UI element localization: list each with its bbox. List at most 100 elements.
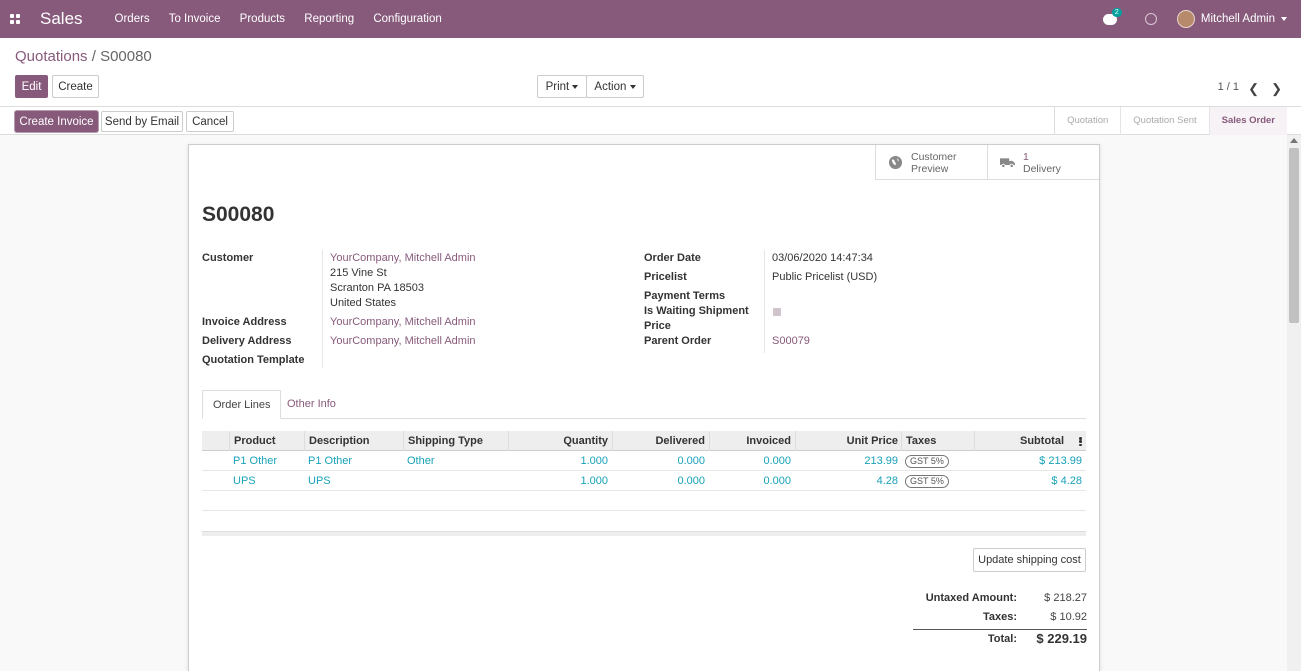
column-options-icon[interactable] <box>1079 437 1082 446</box>
breadcrumb-separator: / <box>87 48 101 65</box>
delivery-label: Delivery <box>1023 162 1061 175</box>
cell-quantity: 1.000 <box>580 475 608 487</box>
field-divider <box>322 250 323 368</box>
chevron-down-icon <box>629 84 636 89</box>
status-quotation[interactable]: Quotation <box>1055 107 1122 135</box>
col-product[interactable]: Product <box>229 431 305 451</box>
cell-description: UPS <box>308 475 331 487</box>
field-divider <box>764 250 765 353</box>
cell-delivered: 0.000 <box>677 475 705 487</box>
cell-subtotal: $ 4.28 <box>1051 475 1082 487</box>
chevron-down-icon <box>572 84 579 89</box>
taxes-label: Taxes: <box>982 611 1017 623</box>
col-shipping-type[interactable]: Shipping Type <box>403 431 508 451</box>
cell-shipping-type <box>403 471 411 491</box>
send-by-email-button[interactable]: Send by Email <box>101 111 183 132</box>
scroll-up-icon[interactable] <box>1290 138 1298 143</box>
parent-order-label: Parent Order <box>644 335 712 347</box>
customer-preview-button[interactable]: Customer Preview <box>875 145 987 180</box>
app-title[interactable]: Sales <box>40 9 83 29</box>
update-shipping-cost-button[interactable]: Update shipping cost <box>973 548 1086 572</box>
status-sales-order[interactable]: Sales Order <box>1209 107 1287 135</box>
menu-reporting[interactable]: Reporting <box>304 13 354 25</box>
delivery-address-label: Delivery Address <box>202 335 292 347</box>
status-quotation-sent[interactable]: Quotation Sent <box>1121 107 1210 135</box>
table-row[interactable]: UPS UPS 1.000 0.000 0.000 4.28 GST 5% $ … <box>202 471 1086 491</box>
customer-field[interactable]: YourCompany, Mitchell Admin <box>330 252 476 264</box>
delivery-count: 1 <box>1023 150 1029 163</box>
menu-orders[interactable]: Orders <box>115 13 150 25</box>
pager-prev-icon[interactable]: ❮ <box>1248 81 1259 97</box>
col-invoiced[interactable]: Invoiced <box>709 431 795 451</box>
total-value: $ 229.19 <box>1036 631 1087 646</box>
chat-icon[interactable]: 2 <box>1102 7 1122 25</box>
print-label: Print <box>545 80 570 93</box>
col-unit-price[interactable]: Unit Price <box>795 431 902 451</box>
col-subtotal[interactable]: Subtotal <box>974 431 1068 451</box>
top-navbar: Sales Orders To Invoice Products Reporti… <box>0 0 1301 38</box>
pager-value[interactable]: 1 / 1 <box>1218 81 1239 93</box>
menu-to-invoice[interactable]: To Invoice <box>169 13 221 25</box>
delivery-button[interactable]: 1 Delivery <box>987 145 1099 180</box>
untaxed-amount-label: Untaxed Amount: <box>925 592 1017 604</box>
create-invoice-button[interactable]: Create Invoice <box>15 111 98 132</box>
cell-subtotal: $ 213.99 <box>1039 455 1082 467</box>
parent-order-field[interactable]: S00079 <box>772 335 810 347</box>
breadcrumb-quotations[interactable]: Quotations <box>15 48 88 65</box>
scrollbar-thumb[interactable] <box>1289 148 1299 323</box>
avatar[interactable] <box>1176 10 1195 28</box>
control-panel: Quotations / S00080 Edit Create Print Ac… <box>0 38 1301 135</box>
customer-street: 215 Vine St <box>330 267 387 279</box>
cell-unit-price: 4.28 <box>876 475 898 487</box>
table-row[interactable]: P1 Other P1 Other Other 1.000 0.000 0.00… <box>202 451 1086 471</box>
status-steps: Quotation Quotation Sent Sales Order <box>1054 107 1287 135</box>
status-bar: Create Invoice Send by Email Cancel Quot… <box>0 106 1301 135</box>
smart-button-box: Customer Preview 1 Delivery <box>875 145 1099 180</box>
col-quantity[interactable]: Quantity <box>508 431 612 451</box>
table-empty-row <box>202 491 1086 511</box>
breadcrumb: Quotations / S00080 <box>15 48 152 65</box>
delivery-address-field[interactable]: YourCompany, Mitchell Admin <box>330 335 476 347</box>
cancel-button[interactable]: Cancel <box>186 111 234 132</box>
order-date-field: 03/06/2020 14:47:34 <box>772 252 873 264</box>
notebook-tabs: Order Lines Other Info <box>202 390 1086 419</box>
pricelist-field: Public Pricelist (USD) <box>772 271 878 283</box>
col-delivered[interactable]: Delivered <box>612 431 709 451</box>
user-name[interactable]: Mitchell Admin <box>1201 13 1275 25</box>
untaxed-amount-value: $ 218.27 <box>1044 592 1087 604</box>
order-lines-table: Product Description Shipping Type Quanti… <box>202 431 1086 536</box>
payment-terms-label: Payment Terms <box>644 290 726 302</box>
invoice-address-field[interactable]: YourCompany, Mitchell Admin <box>330 316 476 328</box>
form-sheet: Customer Preview 1 Delivery S00080 Custome… <box>188 144 1100 671</box>
pager-next-icon[interactable]: ❯ <box>1271 81 1282 97</box>
waiting-shipment-checkbox[interactable] <box>773 308 781 316</box>
menu-products[interactable]: Products <box>240 13 285 25</box>
preview-label-1: Customer <box>911 150 957 163</box>
navbar-systray: 2 Mitchell Admin <box>1102 0 1287 38</box>
cell-delivered: 0.000 <box>677 455 705 467</box>
col-taxes[interactable]: Taxes <box>901 431 974 451</box>
col-description[interactable]: Description <box>304 431 403 451</box>
edit-button[interactable]: Edit <box>15 75 48 98</box>
tab-order-lines[interactable]: Order Lines <box>202 390 282 419</box>
record-title: S00080 <box>202 203 275 226</box>
create-button[interactable]: Create <box>52 75 99 98</box>
cell-unit-price: 213.99 <box>864 455 898 467</box>
customer-country: United States <box>330 297 397 309</box>
print-dropdown[interactable]: Print <box>537 75 587 98</box>
action-label: Action <box>594 80 627 93</box>
order-date-label: Order Date <box>644 252 701 264</box>
chevron-down-icon[interactable] <box>1281 17 1287 21</box>
cell-product: P1 Other <box>233 455 278 467</box>
menu-configuration[interactable]: Configuration <box>373 13 441 25</box>
tax-badge: GST 5% <box>905 475 949 488</box>
cell-invoiced: 0.000 <box>763 475 791 487</box>
activity-clock-icon[interactable] <box>1144 13 1157 25</box>
cell-description: P1 Other <box>308 455 353 467</box>
action-dropdown[interactable]: Action <box>586 75 644 98</box>
truck-icon <box>1000 158 1015 168</box>
invoice-address-label: Invoice Address <box>202 316 287 328</box>
tab-other-info[interactable]: Other Info <box>277 390 346 419</box>
apps-grid-icon[interactable] <box>10 14 20 24</box>
totals-divider <box>913 629 1087 630</box>
